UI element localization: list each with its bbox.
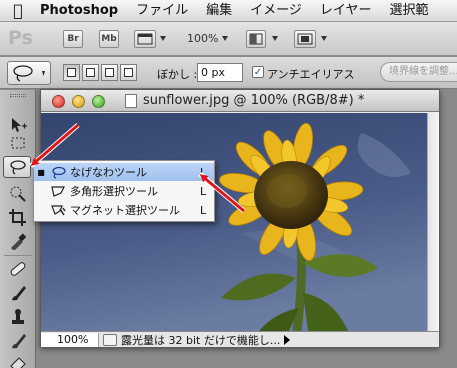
lasso-tool-flyout-menu: ■ なげなわツール L 多角形選択ツール L マグネット選択ツール L	[33, 160, 215, 222]
status-message: 露光量は 32 bit だけで機能し...	[121, 333, 281, 347]
vertical-scrollbar[interactable]	[427, 113, 439, 331]
image-canvas[interactable]	[41, 113, 427, 331]
screen-mode-icon	[297, 33, 313, 45]
rect-marquee-icon	[11, 137, 25, 149]
lasso-icon	[10, 160, 26, 175]
menu-layer[interactable]: レイヤー	[311, 0, 381, 22]
mini-bridge-button[interactable]: Mb	[99, 30, 119, 48]
flyout-item-magnetic-lasso[interactable]: マグネット選択ツール L	[34, 201, 214, 219]
flyout-item-label: マグネット選択ツール	[70, 204, 180, 217]
tool-marquee[interactable]	[5, 136, 31, 150]
flyout-item-lasso[interactable]: ■ なげなわツール L	[34, 163, 214, 181]
arrange-documents-button[interactable]	[246, 30, 266, 48]
new-selection-button[interactable]	[63, 64, 80, 81]
flyout-item-shortcut: L	[200, 203, 207, 217]
eraser-icon	[10, 357, 26, 368]
antialias-checkbox[interactable]: ✓	[252, 66, 264, 78]
intersect-selection-icon	[124, 68, 133, 77]
tool-preset-picker[interactable]	[7, 61, 51, 85]
status-info-icon[interactable]	[103, 333, 117, 346]
clone-stamp-icon	[12, 309, 24, 324]
status-menu-arrow-icon[interactable]	[284, 334, 291, 345]
document-file-icon	[125, 94, 137, 108]
crop-icon	[9, 209, 26, 226]
add-to-selection-button[interactable]	[82, 64, 99, 81]
history-brush-icon	[12, 334, 26, 349]
tool-move[interactable]	[5, 114, 31, 136]
brush-icon	[12, 286, 26, 301]
magnetic-lasso-icon	[48, 202, 68, 218]
view-extras-button[interactable]	[134, 30, 156, 48]
new-selection-icon	[67, 68, 76, 77]
tool-brush[interactable]	[5, 282, 31, 304]
add-selection-icon	[86, 68, 95, 77]
photoshop-logo: Ps	[8, 27, 33, 49]
flyout-item-label: 多角形選択ツール	[70, 185, 158, 198]
flyout-item-shortcut: L	[200, 184, 207, 198]
menu-image[interactable]: イメージ	[241, 0, 311, 22]
intersect-selection-button[interactable]	[120, 64, 137, 81]
refine-edge-button[interactable]: 境界線を調整...	[380, 62, 457, 82]
flyout-item-polygonal-lasso[interactable]: 多角形選択ツール L	[34, 182, 214, 200]
healing-brush-icon	[10, 262, 26, 276]
tools-panel	[0, 90, 36, 368]
lasso-icon	[13, 65, 45, 82]
toolbox-grip[interactable]	[10, 94, 26, 97]
quick-selection-icon	[10, 186, 26, 202]
tool-eraser[interactable]	[5, 352, 31, 368]
tool-lasso[interactable]	[3, 156, 31, 178]
zoom-percent-field[interactable]: 100%	[41, 332, 99, 347]
view-extras-dropdown-icon[interactable]	[160, 36, 166, 41]
close-window-button[interactable]	[52, 95, 65, 108]
eyedropper-icon	[11, 233, 27, 250]
tool-healing-brush[interactable]	[5, 258, 31, 280]
application-bar: Ps Br Mb 100%	[0, 22, 457, 56]
subtract-from-selection-button[interactable]	[101, 64, 118, 81]
polygonal-lasso-icon	[48, 183, 68, 199]
menu-edit[interactable]: 編集	[197, 0, 241, 22]
subtract-selection-icon	[105, 68, 114, 77]
bridge-button[interactable]: Br	[63, 30, 83, 48]
apple-icon[interactable]: 	[0, 0, 36, 22]
flyout-item-shortcut: L	[200, 165, 207, 179]
arrange-dropdown-icon[interactable]	[272, 36, 278, 41]
minimize-window-button[interactable]	[72, 95, 85, 108]
menu-file[interactable]: ファイル	[127, 0, 197, 22]
zoom-dropdown-icon[interactable]	[222, 36, 228, 41]
menu-bar:  Photoshop ファイル 編集 イメージ レイヤー 選択範	[0, 0, 457, 22]
document-title: sunflower.jpg @ 100% (RGB/8#) *	[143, 93, 365, 108]
tool-history-brush[interactable]	[5, 330, 31, 352]
screen-mode-button[interactable]	[294, 30, 316, 48]
tool-quick-selection[interactable]	[5, 182, 31, 204]
sunflower-photo	[41, 113, 427, 331]
toolbox-separator	[4, 255, 32, 256]
feather-label: ぼかし :	[157, 68, 198, 81]
options-bar: ぼかし : 0 px ✓ アンチエイリアス 境界線を調整...	[0, 57, 457, 89]
zoom-window-button[interactable]	[92, 95, 105, 108]
flyout-item-label: なげなわツール	[70, 166, 147, 179]
menu-select[interactable]: 選択範	[381, 0, 438, 22]
arrange-documents-icon	[249, 33, 263, 45]
move-icon	[12, 118, 27, 132]
tool-eyedropper[interactable]	[5, 230, 31, 252]
antialias-label: アンチエイリアス	[267, 68, 355, 81]
screen-mode-dropdown-icon[interactable]	[321, 36, 327, 41]
view-extras-icon	[137, 33, 153, 45]
tool-crop[interactable]	[5, 206, 31, 228]
selected-bullet-icon: ■	[37, 167, 45, 177]
document-status-bar: 100% 露光量は 32 bit だけで機能し...	[41, 331, 439, 347]
document-title-bar[interactable]: sunflower.jpg @ 100% (RGB/8#) *	[41, 90, 439, 112]
selection-mode-group	[63, 64, 137, 81]
menu-app-photoshop[interactable]: Photoshop	[36, 0, 127, 22]
zoom-level-select[interactable]: 100%	[187, 32, 218, 45]
tool-clone-stamp[interactable]	[5, 306, 31, 328]
feather-input[interactable]: 0 px	[197, 63, 243, 82]
lasso-icon	[48, 164, 68, 180]
